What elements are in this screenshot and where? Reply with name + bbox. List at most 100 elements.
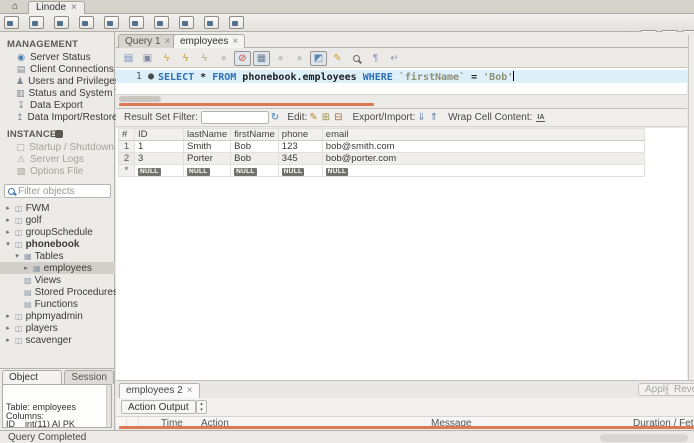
chevron-right-icon[interactable]: ▸ (4, 228, 12, 236)
grid-cell[interactable]: NULL (321, 164, 645, 177)
open-sql-script-icon[interactable] (29, 16, 44, 29)
stop-on-error-icon[interactable]: ⊘ (234, 51, 251, 66)
beautify-icon[interactable]: ✎ (329, 51, 346, 66)
inspector-icon[interactable] (54, 16, 69, 29)
sidebar-item-server-logs[interactable]: ⚠ Server Logs (0, 153, 114, 165)
tab-session[interactable]: Session (64, 370, 114, 384)
grid-cell[interactable]: NULL (182, 164, 232, 177)
explain-icon[interactable]: ϟ (196, 51, 213, 66)
tree-item-golf[interactable]: ▸ ◫ golf (0, 214, 115, 226)
tree-item-phpmyadmin[interactable]: ▸ ◫ phpmyadmin (0, 310, 115, 322)
sql-editor[interactable]: 1 ● SELECT * FROM phonebook.employees WH… (116, 67, 687, 94)
reconnect-dbms-icon[interactable] (229, 16, 244, 29)
result-filter-input[interactable] (200, 111, 269, 124)
refresh-results-icon[interactable]: ↻ (271, 112, 279, 123)
tree-item-scavenger[interactable]: ▸ ◫ scavenger (0, 334, 115, 346)
chevron-right-icon[interactable]: ▸ (4, 216, 12, 224)
find-icon[interactable] (348, 51, 365, 66)
tree-item-stored-procedures[interactable]: ▤ Stored Procedures (0, 286, 118, 298)
close-icon[interactable]: × (71, 2, 77, 13)
object-info-scrollbar[interactable] (106, 385, 111, 427)
column-header-row-number[interactable]: # (118, 128, 135, 141)
sidebar-item-client-connections[interactable]: ▤ Client Connections (0, 63, 114, 75)
open-file-icon[interactable]: ▤ (120, 51, 137, 66)
edit-record-icon[interactable]: ✎ (309, 112, 317, 123)
insert-row-icon[interactable]: ⊞ (322, 112, 330, 123)
editor-hscrollbar[interactable] (116, 94, 687, 102)
sql-statement[interactable]: SELECT * FROM phonebook.employees WHERE … (158, 71, 515, 83)
execute-icon[interactable]: ϟ (158, 51, 175, 66)
export-recordset-icon[interactable]: ⇓ (417, 112, 425, 123)
tree-item-tables[interactable]: ▾ ▦ Tables (0, 250, 115, 262)
tree-item-employees[interactable]: ▸ ▦ employees (0, 262, 115, 274)
wrap-cell-toggle-icon[interactable]: IA (536, 114, 546, 122)
tree-item-views[interactable]: ▧ Views (0, 274, 115, 286)
chevron-down-icon[interactable]: ▾ (13, 252, 21, 260)
limit-rows-icon[interactable]: ▦ (253, 51, 270, 66)
grid-cell[interactable]: NULL (134, 164, 184, 177)
create-function-icon[interactable] (179, 16, 194, 29)
save-icon[interactable]: ▣ (139, 51, 156, 66)
chevron-right-icon[interactable]: ▸ (22, 264, 30, 272)
sidebar-item-status-and-system-variables[interactable]: ▥ Status and System Variables (0, 87, 156, 99)
sidebar-item-data-import-restore[interactable]: ↥ Data Import/Restore (0, 111, 118, 123)
tree-item-groupschedule[interactable]: ▸ ◫ groupSchedule (0, 226, 115, 238)
schema-filter-input[interactable]: Filter objects (4, 184, 111, 198)
tree-item-fwm[interactable]: ▸ ◫ FWM (0, 202, 115, 214)
grid-cell[interactable]: Bob (230, 152, 279, 165)
grid-cell[interactable]: Bob (230, 140, 279, 153)
create-view-icon[interactable] (129, 16, 144, 29)
grid-cell[interactable]: Porter (182, 152, 232, 165)
invisibles-icon[interactable]: ¶ (367, 51, 384, 66)
chevron-right-icon[interactable]: ▸ (4, 312, 12, 320)
execute-current-icon[interactable]: ϟ (177, 51, 194, 66)
tab-employees[interactable]: employees × (173, 34, 246, 48)
grid-cell[interactable]: 123 (277, 140, 323, 153)
column-header-firstname[interactable]: firstName (230, 128, 279, 141)
grid-cell[interactable]: bob@smith.com (321, 140, 645, 153)
wrap-text-icon[interactable]: ↵ (386, 51, 403, 66)
tab-object-info[interactable]: Object Info (2, 370, 63, 396)
tree-item-phonebook[interactable]: ▾ ◫ phonebook (0, 238, 115, 250)
grid-cell[interactable]: NULL (230, 164, 279, 177)
new-query-tab-icon[interactable] (4, 16, 19, 29)
commit-icon[interactable]: ● (272, 51, 289, 66)
column-header-lastname[interactable]: lastName (182, 128, 232, 141)
create-table-icon[interactable] (104, 16, 119, 29)
output-selector[interactable]: Action Output (121, 400, 196, 414)
grid-cell[interactable]: bob@porter.com (321, 152, 645, 165)
create-procedure-icon[interactable] (154, 16, 169, 29)
chevron-right-icon[interactable]: ▸ (4, 204, 12, 212)
create-schema-icon[interactable] (79, 16, 94, 29)
tree-item-functions[interactable]: ▤ Functions (0, 298, 115, 310)
close-icon[interactable]: × (165, 36, 171, 47)
search-data-icon[interactable] (204, 16, 219, 29)
tab-result-employees-2[interactable]: employees 2 × (119, 383, 200, 398)
home-tab[interactable]: ⌂ (5, 1, 25, 13)
column-header-phone[interactable]: phone (277, 128, 323, 141)
grid-cell[interactable]: NULL (277, 164, 323, 177)
row-number-cell[interactable]: * (118, 164, 135, 177)
autocommit-icon[interactable]: ◩ (310, 51, 327, 66)
row-number-cell[interactable]: 2 (118, 152, 135, 165)
grid-cell[interactable]: 345 (277, 152, 323, 165)
sidebar-item-users-and-privileges[interactable]: ♟ Users and Privileges (0, 75, 120, 87)
column-header-id[interactable]: ID (134, 128, 184, 141)
chevron-right-icon[interactable]: ▸ (4, 324, 12, 332)
import-records-icon[interactable]: ⇑ (430, 112, 438, 123)
grid-cell[interactable]: 3 (134, 152, 184, 165)
stop-icon[interactable]: ● (215, 51, 232, 66)
grid-cell[interactable]: 1 (134, 140, 184, 153)
revert-button[interactable]: Revert (667, 383, 694, 396)
sidebar-splitter[interactable] (0, 368, 115, 369)
tree-item-players[interactable]: ▸ ◫ players (0, 322, 115, 334)
instance-actions-icon[interactable] (55, 130, 63, 138)
chevron-down-icon[interactable]: ▾ (4, 240, 12, 248)
sidebar-item-startup-shutdown[interactable]: ▢ Startup / Shutdown (0, 141, 114, 153)
sidebar-item-options-file[interactable]: ▧ Options File (0, 165, 114, 177)
sidebar-item-server-status[interactable]: ◉ Server Status (0, 51, 114, 63)
row-number-cell[interactable]: 1 (118, 140, 135, 153)
sidebar-item-data-export[interactable]: ↧ Data Export (0, 99, 114, 111)
output-selector-stepper[interactable]: ▴ ▾ (196, 400, 207, 414)
column-header-email[interactable]: email (321, 128, 645, 141)
